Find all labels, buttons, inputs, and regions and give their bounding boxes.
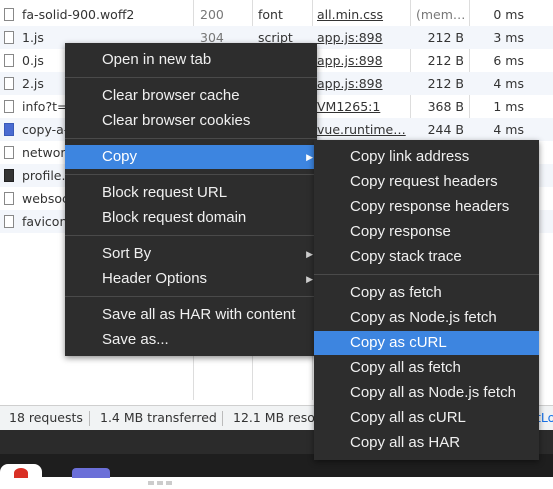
request-time: 4 ms bbox=[493, 76, 524, 91]
request-initiator-link[interactable]: app.js:898 bbox=[317, 49, 409, 72]
transferred-size: 1.4 MB transferred bbox=[100, 410, 217, 425]
divider bbox=[222, 411, 223, 426]
menu-item-copy-stack-trace[interactable]: Copy stack trace bbox=[314, 245, 539, 269]
menu-item-sort-by[interactable]: Sort By ▶ bbox=[65, 242, 317, 266]
request-initiator-link[interactable]: app.js:898 bbox=[317, 72, 409, 95]
menu-separator bbox=[65, 235, 317, 236]
submenu-arrow-icon: ▶ bbox=[306, 249, 313, 259]
menu-item-copy-link-address[interactable]: Copy link address bbox=[314, 145, 539, 169]
resources-size: 12.1 MB resou bbox=[233, 410, 323, 425]
menu-item-clear-cache[interactable]: Clear browser cache bbox=[65, 84, 317, 108]
request-size: 368 B bbox=[427, 99, 464, 114]
menu-separator bbox=[65, 77, 317, 78]
request-status: 200 bbox=[200, 7, 224, 22]
request-row[interactable]: fa-solid-900.woff2 200 font all.min.css … bbox=[0, 3, 553, 26]
file-icon bbox=[4, 77, 14, 90]
request-time: 3 ms bbox=[493, 30, 524, 45]
menu-item-block-domain[interactable]: Block request domain bbox=[65, 206, 317, 230]
menu-item-copy-all-as-fetch[interactable]: Copy all as fetch bbox=[314, 356, 539, 380]
request-size: 212 B bbox=[427, 30, 464, 45]
menu-item-copy-as-nodejs-fetch[interactable]: Copy as Node.js fetch bbox=[314, 306, 539, 330]
menu-item-save-har[interactable]: Save all as HAR with content bbox=[65, 303, 317, 327]
menu-item-copy-all-as-har[interactable]: Copy all as HAR bbox=[314, 431, 539, 455]
request-time: 6 ms bbox=[493, 53, 524, 68]
menu-item-copy-all-as-curl[interactable]: Copy all as cURL bbox=[314, 406, 539, 430]
request-name: fa-solid-900.woff2 bbox=[22, 7, 135, 22]
menu-item-clear-cookies[interactable]: Clear browser cookies bbox=[65, 109, 317, 133]
file-icon bbox=[4, 100, 14, 113]
app-grid-icon[interactable] bbox=[148, 474, 178, 485]
request-count: 18 requests bbox=[9, 410, 83, 425]
menu-item-save-as[interactable]: Save as... bbox=[65, 328, 317, 352]
menu-separator bbox=[314, 274, 539, 275]
divider bbox=[89, 411, 90, 426]
request-size: 212 B bbox=[427, 53, 464, 68]
image-icon bbox=[4, 123, 14, 136]
request-time: 1 ms bbox=[493, 99, 524, 114]
context-menu: Open in new tab Clear browser cache Clea… bbox=[65, 43, 317, 356]
submenu-arrow-icon: ▶ bbox=[306, 274, 313, 284]
submenu-arrow-icon: ▶ bbox=[306, 152, 313, 162]
file-icon bbox=[4, 54, 14, 67]
browser-app-icon[interactable] bbox=[0, 464, 42, 478]
file-icon bbox=[4, 31, 14, 44]
menu-item-copy-all-as-nodejs-fetch[interactable]: Copy all as Node.js fetch bbox=[314, 381, 539, 405]
menu-separator bbox=[65, 174, 317, 175]
request-initiator-link[interactable]: vue.runtime… bbox=[317, 118, 409, 141]
request-time: 0 ms bbox=[493, 7, 524, 22]
menu-item-block-url[interactable]: Block request URL bbox=[65, 181, 317, 205]
menu-item-copy-request-headers[interactable]: Copy request headers bbox=[314, 170, 539, 194]
menu-item-copy-response-headers[interactable]: Copy response headers bbox=[314, 195, 539, 219]
request-size: 212 B bbox=[427, 76, 464, 91]
menu-item-label: Copy bbox=[102, 148, 138, 165]
request-size: (mem… bbox=[416, 7, 466, 22]
menu-item-copy-as-fetch[interactable]: Copy as fetch bbox=[314, 281, 539, 305]
request-initiator-link[interactable]: VM1265:1 bbox=[317, 95, 409, 118]
menu-item-label: Header Options bbox=[102, 270, 208, 287]
file-icon bbox=[4, 146, 14, 159]
file-icon bbox=[4, 215, 14, 228]
menu-item-copy-as-curl[interactable]: Copy as cURL bbox=[314, 331, 539, 355]
menu-item-header-options[interactable]: Header Options ▶ bbox=[65, 267, 317, 291]
request-initiator-link[interactable]: app.js:898 bbox=[317, 26, 409, 49]
menu-item-copy[interactable]: Copy ▶ bbox=[65, 145, 317, 169]
menu-item-label: Sort By bbox=[102, 245, 152, 262]
file-icon bbox=[4, 192, 14, 205]
request-size: 244 B bbox=[427, 122, 464, 137]
menu-item-open-in-new-tab[interactable]: Open in new tab bbox=[65, 48, 317, 72]
image-icon bbox=[4, 169, 14, 182]
menu-separator bbox=[65, 296, 317, 297]
request-time: 4 ms bbox=[493, 122, 524, 137]
menu-separator bbox=[65, 138, 317, 139]
file-icon bbox=[4, 8, 14, 21]
request-initiator-link[interactable]: all.min.css bbox=[317, 3, 409, 26]
menu-item-copy-response[interactable]: Copy response bbox=[314, 220, 539, 244]
copy-submenu: Copy link address Copy request headers C… bbox=[314, 140, 539, 460]
request-type: font bbox=[258, 7, 283, 22]
